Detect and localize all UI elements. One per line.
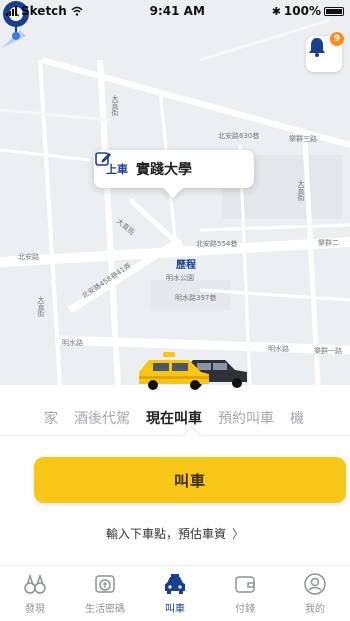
taxi-cars-illustration [139,352,247,390]
profile-icon [304,573,326,595]
edit-icon[interactable] [94,150,112,168]
tab-label: 生活密碼 [85,604,125,615]
bell-icon [309,38,325,57]
pickup-place-name: 實踐大學 [136,162,192,178]
map-road-label: 北安路554巷 [196,240,238,248]
destination-link[interactable]: 輸入下車點，預估車資〉 [0,525,350,542]
map-road-label: 樂群一路 [314,347,342,355]
service-selector[interactable]: 家酒後代駕 現在叫車 預約叫車機 [0,405,350,431]
status-time: 9:41 AM [149,4,205,18]
service-option[interactable]: 預約叫車 [218,408,274,428]
notification-badge: 9 [330,32,344,46]
pickup-location-card[interactable]: 上車 實踐大學 [94,150,254,188]
map-road-label: 明水路 [62,339,83,347]
call-taxi-button[interactable]: 叫車 [34,457,346,503]
map-road-label: 大直街 [37,296,45,317]
carrier-name: Sketch [21,4,67,18]
service-option[interactable]: 機 [290,408,304,428]
map-road-label: 北安路630巷 [218,132,260,140]
service-option[interactable]: 家 [44,408,58,428]
map-road-label: 明水路 [268,345,289,353]
signal-icon [6,6,17,16]
map-road-label: 樂群三路 [289,135,317,143]
tab-label: 發現 [25,604,45,615]
service-option[interactable]: 現在叫車 [146,408,202,428]
tab-discover[interactable]: 發現 [0,566,70,621]
map-road-label: 樂群二 [318,239,339,247]
service-divider [0,435,350,436]
battery-percent: 100% [283,4,321,18]
map-road-label: 大直街 [111,95,119,116]
tab-bar: 發現 生活密碼 叫車 付錢 我的 [0,565,350,621]
status-bar: Sketch 9:41 AM ✱ 100% [0,0,350,22]
tab-profile[interactable]: 我的 [280,566,350,621]
coupon-icon [95,575,115,593]
tab-label: 我的 [305,604,325,615]
marker-label: 歷程 [176,260,196,271]
tab-call-taxi[interactable]: 叫車 [140,566,210,621]
service-option[interactable]: 酒後代駕 [74,408,130,428]
bottom-sheet: 家酒後代駕現在叫車預約叫車機 叫車 輸入下車點，預估車資〉 發現 生活密碼 [0,385,350,621]
binoculars-icon [24,573,46,594]
map-road-label: 大直街 [297,180,305,201]
map-road-label: 北安路 [18,253,39,261]
wallet-icon [235,576,255,593]
wifi-icon [71,6,83,16]
battery-icon [324,6,344,16]
taxi-icon [165,574,185,594]
map-road-label: 明水路397巷 [175,294,217,302]
tab-life-code[interactable]: 生活密碼 [70,566,140,621]
destination-link-label: 輸入下車點，預估車資 [105,527,226,541]
notification-button[interactable]: 9 [306,32,344,72]
chevron-right-icon: 〉 [232,527,245,541]
tab-label: 叫車 [165,604,185,615]
tab-label: 付錢 [235,604,255,615]
map-view[interactable]: 北安路630巷 樂群三路 北安路554巷 樂群二 北安路 北安路458巷41弄 … [0,0,350,385]
map-park-label: 明水公園 [166,274,194,282]
bluetooth-icon: ✱ [271,4,281,18]
tab-pay[interactable]: 付錢 [210,566,280,621]
